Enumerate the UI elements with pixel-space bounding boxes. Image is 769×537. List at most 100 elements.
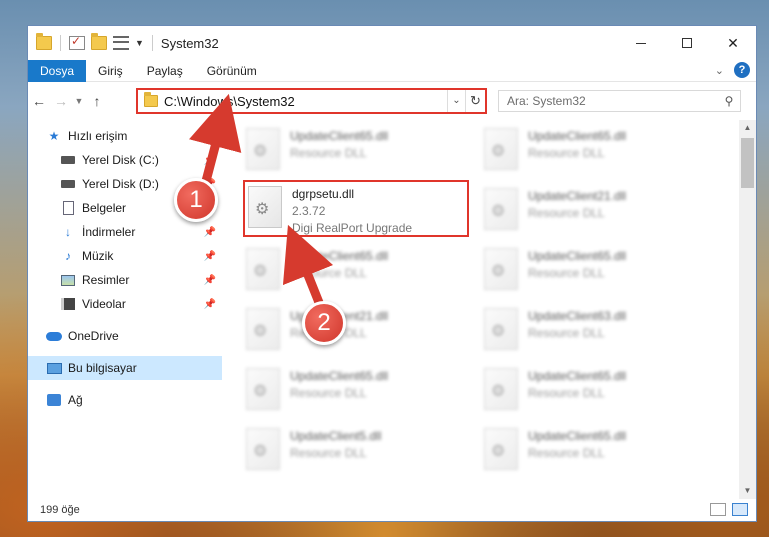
file-tile[interactable]: ⚙ UpdateClient65.dll Resource DLL: [484, 244, 714, 300]
file-tile[interactable]: ⚙ UpdateClient65.dll Resource DLL: [246, 364, 476, 420]
file-description: Resource DLL: [290, 446, 367, 460]
scroll-thumb[interactable]: [741, 138, 754, 188]
file-list: ⚙ UpdateClient65.dll Resource DLL ⚙ Updat…: [222, 120, 756, 499]
sidebar-item-videos[interactable]: Videolar 📌: [28, 292, 222, 316]
sidebar-item-label: İndirmeler: [82, 225, 136, 239]
quick-access-toolbar: ▼: [36, 33, 155, 51]
file-tile[interactable]: ⚙ UpdateClient65.dll Resource DLL: [484, 424, 714, 480]
dll-file-icon: ⚙: [484, 248, 518, 290]
address-dropdown-icon[interactable]: ⌄: [447, 90, 465, 112]
file-tile[interactable]: ⚙ UpdateClient65.dll Resource DLL: [246, 244, 476, 300]
tab-share[interactable]: Paylaş: [135, 60, 195, 82]
file-description: Resource DLL: [528, 266, 605, 280]
close-button[interactable]: ✕: [710, 26, 756, 60]
file-description: Resource DLL: [528, 146, 605, 160]
search-icon[interactable]: ⚲: [718, 94, 740, 108]
drive-icon: [60, 177, 76, 191]
file-tile[interactable]: ⚙ UpdateClient21.dllResource DLL: [484, 184, 714, 240]
sidebar-item-local-disk-c[interactable]: Yerel Disk (C:) 📌: [28, 148, 222, 172]
pin-icon: 📌: [203, 274, 216, 286]
file-tile-dgrpsetu[interactable]: ⚙ dgrpsetu.dll 2.3.72 Digi RealPort Upgr…: [248, 182, 478, 238]
file-tile[interactable]: ⚙ UpdateClient65.dll Resource DLL: [484, 364, 714, 420]
file-tile[interactable]: ⚙ UpdateClient21.dllResource DLL: [246, 304, 476, 360]
customize-icon[interactable]: [113, 36, 129, 50]
sidebar-item-label: Bu bilgisayar: [68, 361, 137, 375]
maximize-button[interactable]: [664, 26, 710, 60]
toolbar-separator: [151, 35, 153, 51]
help-icon[interactable]: ?: [734, 62, 750, 78]
file-name: UpdateClient5.dll: [290, 429, 382, 443]
close-icon: ✕: [727, 34, 739, 51]
file-description: Resource DLL: [290, 266, 367, 280]
new-folder-icon[interactable]: [91, 33, 107, 50]
file-name: UpdateClient65.dll: [528, 129, 627, 143]
downloads-icon: ↓: [65, 225, 71, 239]
details-view-icon[interactable]: [710, 503, 726, 516]
title-bar: ▼ System32 ✕: [28, 26, 756, 60]
file-description: Digi RealPort Upgrade: [292, 221, 413, 235]
tab-file[interactable]: Dosya: [28, 59, 87, 82]
forward-button[interactable]: →: [50, 93, 72, 109]
file-explorer-window: ▼ System32 ✕ Dosya Giriş Paylaş Görünüm …: [27, 25, 757, 522]
toolbar-separator: [60, 35, 61, 51]
recent-locations-icon[interactable]: ▼: [72, 96, 86, 106]
address-folder-icon: [144, 92, 158, 107]
pin-icon: 📌: [203, 226, 216, 238]
sidebar-item-network[interactable]: Ağ: [28, 388, 222, 412]
file-description: Resource DLL: [528, 446, 605, 460]
dll-file-icon: ⚙: [484, 368, 518, 410]
address-path[interactable]: C:\Windows\System32: [164, 94, 447, 109]
minimize-button[interactable]: [618, 26, 664, 60]
dll-file-icon: ⚙: [246, 308, 280, 350]
file-name: dgrpsetu.dll: [292, 187, 355, 201]
sidebar-item-onedrive[interactable]: OneDrive: [28, 324, 222, 348]
navigation-pane: ★ Hızlı erişim Yerel Disk (C:) 📌 Yerel D…: [28, 120, 222, 499]
item-count: 199 öğe: [40, 504, 80, 516]
dll-file-icon: ⚙: [484, 188, 518, 230]
sidebar-item-label: Belgeler: [82, 201, 127, 215]
sidebar-item-quick-access[interactable]: ★ Hızlı erişim: [28, 124, 222, 148]
sidebar-item-this-pc[interactable]: Bu bilgisayar: [28, 356, 222, 380]
documents-icon: [60, 201, 76, 215]
ribbon-tabs: Dosya Giriş Paylaş Görünüm ⌄ ?: [28, 59, 756, 82]
file-tile[interactable]: ⚙ UpdateClient65.dll Resource DLL: [246, 124, 476, 180]
properties-check-icon[interactable]: [69, 34, 85, 50]
onedrive-icon: [46, 329, 62, 343]
up-button[interactable]: ↑: [86, 93, 108, 109]
search-box[interactable]: Ara: System32 ⚲: [498, 90, 741, 112]
sidebar-item-music[interactable]: ♪ Müzik 📌: [28, 244, 222, 268]
address-bar[interactable]: C:\Windows\System32 ⌄ ↻: [136, 88, 487, 114]
minimize-icon: [636, 42, 646, 44]
vertical-scrollbar[interactable]: ▲ ▼: [739, 120, 756, 499]
refresh-icon[interactable]: ↻: [465, 90, 485, 112]
drive-icon: [60, 153, 76, 167]
callout-2-badge: 2: [302, 301, 346, 345]
address-row: ← → ▼ ↑ C:\Windows\System32 ⌄ ↻ Ara: Sys…: [28, 82, 756, 120]
file-name: UpdateClient65.dll: [290, 249, 389, 263]
tab-view[interactable]: Görünüm: [195, 60, 269, 82]
maximize-icon: [682, 38, 692, 48]
sidebar-item-label: Ağ: [68, 393, 83, 407]
file-tile[interactable]: ⚙ UpdateClient65.dll Resource DLL: [484, 124, 714, 180]
file-name: UpdateClient65.dll: [290, 129, 389, 143]
file-tile[interactable]: ⚙ UpdateClient63.dll Resource DLL: [484, 304, 714, 360]
tab-home[interactable]: Giriş: [86, 60, 135, 82]
file-tile[interactable]: ⚙ UpdateClient5.dll Resource DLL: [246, 424, 476, 480]
this-pc-icon: [46, 361, 62, 375]
scroll-down-icon[interactable]: ▼: [739, 483, 756, 499]
expand-ribbon-icon[interactable]: ⌄: [715, 64, 724, 77]
tiles-view-icon[interactable]: [732, 503, 748, 516]
file-name: UpdateClient65.dll: [528, 249, 627, 263]
dll-file-icon: ⚙: [248, 186, 282, 228]
sidebar-item-pictures[interactable]: Resimler 📌: [28, 268, 222, 292]
dll-file-icon: ⚙: [246, 428, 280, 470]
file-name: UpdateClient65.dll: [528, 369, 627, 383]
dll-file-icon: ⚙: [484, 308, 518, 350]
back-button[interactable]: ←: [28, 93, 50, 109]
search-input[interactable]: Ara: System32: [507, 94, 718, 108]
scroll-up-icon[interactable]: ▲: [739, 120, 756, 136]
file-name: UpdateClient65.dll: [290, 369, 389, 383]
sidebar-item-downloads[interactable]: ↓ İndirmeler 📌: [28, 220, 222, 244]
qat-dropdown-icon[interactable]: ▼: [135, 38, 144, 48]
caption-buttons: ✕: [618, 26, 756, 60]
